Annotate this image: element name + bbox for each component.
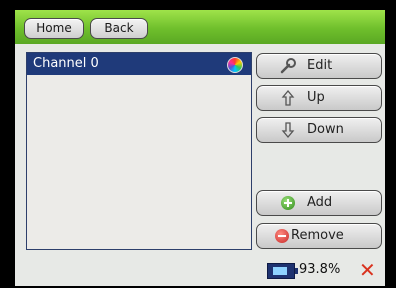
arrow-down-icon [281,122,295,139]
remove-button[interactable]: Remove [256,223,382,249]
add-label: Add [307,195,333,210]
close-icon[interactable]: ✕ [359,260,376,280]
channel-row-selected[interactable]: Channel 0 [27,53,251,75]
wrench-icon [280,58,296,74]
add-button[interactable]: Add [256,190,382,216]
plus-circle-icon [279,191,297,215]
up-label: Up [307,90,325,105]
status-area: 93.8% ✕ [267,260,381,281]
move-down-button[interactable]: Down [256,117,382,143]
device-screen: Home Back Channel 0 Edit Up Down Add Rem… [15,10,385,286]
edit-label: Edit [307,58,333,73]
channel-label: Channel 0 [33,56,99,71]
home-button[interactable]: Home [24,18,84,39]
battery-percent: 93.8% [299,262,341,277]
minus-circle-icon [273,224,291,248]
edit-button[interactable]: Edit [256,53,382,79]
channel-list[interactable]: Channel 0 [26,52,252,250]
color-wheel-icon [227,57,243,73]
top-bar: Home Back [15,10,385,44]
remove-label: Remove [291,228,344,243]
arrow-up-icon [281,89,295,106]
battery-icon [267,263,298,279]
move-up-button[interactable]: Up [256,85,382,111]
back-button[interactable]: Back [90,18,148,39]
down-label: Down [307,122,344,137]
